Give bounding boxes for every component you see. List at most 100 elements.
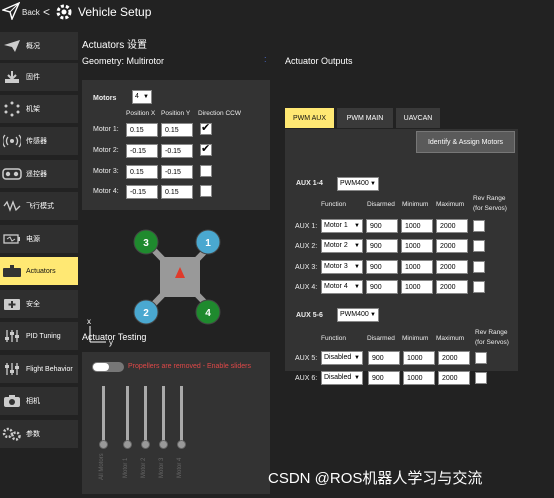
sidebar-item-camera[interactable]: 相机: [0, 387, 78, 415]
geometry-label: Geometry: Multirotor: [82, 56, 165, 66]
aux-5-maximum-input[interactable]: [438, 351, 470, 365]
motor-2-ccw-checkbox[interactable]: [200, 142, 212, 156]
aux-4-disarmed-input[interactable]: [366, 280, 398, 294]
tab-uavcan[interactable]: UAVCAN: [396, 108, 440, 128]
aux-6-disarmed-input[interactable]: [368, 371, 400, 385]
motor-2-x-input[interactable]: [126, 144, 158, 158]
motor-3-y-input[interactable]: [161, 165, 193, 179]
slider-track-all[interactable]: [102, 386, 105, 446]
aux-1-rev-range-checkbox[interactable]: [473, 220, 485, 232]
back-button[interactable]: Back: [22, 8, 40, 17]
aux-2-rev-range-checkbox[interactable]: [473, 240, 485, 252]
flight-behavior-icon: [1, 361, 23, 377]
aux-4-maximum-input[interactable]: [436, 280, 468, 294]
motor-1-ccw-checkbox[interactable]: [200, 121, 212, 135]
slider-label: Motor 1: [123, 457, 129, 478]
sidebar-item-firmware[interactable]: 固件: [0, 63, 78, 91]
slider-track-motor-4[interactable]: [180, 386, 183, 446]
aux-6-rev-range-checkbox[interactable]: [475, 372, 487, 384]
slider-track-motor-2[interactable]: [144, 386, 147, 446]
sidebar-item-summary[interactable]: 概况: [0, 32, 78, 60]
tab-pwm-main[interactable]: PWM MAIN: [337, 108, 393, 128]
aux-6-minimum-input[interactable]: [403, 371, 435, 385]
aux-4-rev-range-checkbox[interactable]: [473, 281, 485, 293]
actuators-heading: Actuators 设置: [82, 40, 148, 51]
plane-icon: [1, 38, 23, 54]
aux-1-4-protocol-select[interactable]: PWM400 ▼: [337, 177, 379, 191]
sidebar-item-label: 传感器: [26, 138, 47, 145]
motor-3-x-input[interactable]: [126, 165, 158, 179]
col-position-y: Position Y: [161, 110, 191, 117]
slider-knob-motor-4[interactable]: [177, 440, 186, 449]
aux-1-maximum-input[interactable]: [436, 219, 468, 233]
sidebar-item-parameters[interactable]: 参数: [0, 420, 78, 448]
back-arrow-icon[interactable]: <: [43, 5, 50, 19]
sidebar-item-pid-tuning[interactable]: PID Tuning: [0, 322, 78, 350]
tuning-icon: [1, 328, 23, 344]
sidebar-item-actuators[interactable]: Actuators: [0, 257, 78, 285]
aux-5-6-protocol-select[interactable]: PWM400 ▼: [337, 308, 379, 322]
aux-3-disarmed-input[interactable]: [366, 260, 398, 274]
motor-3-ccw-checkbox[interactable]: [200, 165, 212, 177]
aux-6-function-select[interactable]: Disabled ▼: [321, 371, 363, 385]
aux-5-rev-range-checkbox[interactable]: [475, 352, 487, 364]
motors-count-select[interactable]: 4 ▼: [132, 90, 152, 104]
aux-5-disarmed-input[interactable]: [368, 351, 400, 365]
aux-4-function-select[interactable]: Motor 4 ▼: [321, 280, 363, 294]
wave-icon: [1, 198, 23, 214]
aux-6-maximum-input[interactable]: [438, 371, 470, 385]
toggle-knob: [93, 363, 109, 371]
motor-2-y-input[interactable]: [161, 144, 193, 158]
col-maximum: Maximum: [436, 335, 465, 342]
enable-sliders-toggle[interactable]: [92, 362, 124, 372]
aux-3-function-select[interactable]: Motor 3 ▼: [321, 260, 363, 274]
slider-knob-motor-3[interactable]: [159, 440, 168, 449]
camera-icon: [1, 393, 23, 409]
sidebar-item-flight-modes[interactable]: 飞行模式: [0, 192, 78, 220]
aux-1-function-select[interactable]: Motor 1 ▼: [321, 219, 363, 233]
motor-4-y-input[interactable]: [161, 185, 193, 199]
sidebar-item-safety[interactable]: 安全: [0, 290, 78, 318]
function-value: Motor 4: [324, 283, 348, 290]
identify-assign-motors-button[interactable]: Identify & Assign Motors: [416, 131, 515, 153]
slider-knob-motor-2[interactable]: [141, 440, 150, 449]
aux-2-function-select[interactable]: Motor 2 ▼: [321, 239, 363, 253]
sidebar-item-flight-behavior[interactable]: Flight Behavior: [0, 355, 78, 383]
sidebar-item-airframe[interactable]: 机架: [0, 95, 78, 123]
rotor-number: 1: [205, 238, 211, 249]
aux-5-minimum-input[interactable]: [403, 351, 435, 365]
slider-label: Motor 3: [159, 457, 165, 478]
sidebar-item-sensors[interactable]: 传感器: [0, 127, 78, 155]
aux-row-label: AUX 1:: [295, 223, 318, 230]
sidebar-item-power[interactable]: 电源: [0, 225, 78, 253]
aux-2-minimum-input[interactable]: [401, 239, 433, 253]
motor-1-x-input[interactable]: [126, 123, 158, 137]
aux-2-disarmed-input[interactable]: [366, 239, 398, 253]
aux-5-function-select[interactable]: Disabled ▼: [321, 351, 363, 365]
aux-3-maximum-input[interactable]: [436, 260, 468, 274]
slider-label: All Motors: [99, 453, 105, 480]
chevron-down-icon: ▼: [370, 312, 376, 318]
motor-4-x-input[interactable]: [126, 185, 158, 199]
aux-3-rev-range-checkbox[interactable]: [473, 261, 485, 273]
slider-track-motor-1[interactable]: [126, 386, 129, 446]
aux-4-minimum-input[interactable]: [401, 280, 433, 294]
motor-row-label: Motor 4:: [93, 188, 119, 195]
motor-1-y-input[interactable]: [161, 123, 193, 137]
paper-plane-icon[interactable]: [2, 2, 20, 20]
slider-knob-motor-1[interactable]: [123, 440, 132, 449]
chevron-down-icon: ▼: [354, 355, 360, 361]
slider-track-motor-3[interactable]: [162, 386, 165, 446]
aux-3-minimum-input[interactable]: [401, 260, 433, 274]
function-value: Disabled: [324, 374, 352, 381]
top-bar: Back < Vehicle Setup: [0, 0, 554, 28]
aux-1-disarmed-input[interactable]: [366, 219, 398, 233]
sidebar-item-label: 遥控器: [26, 171, 47, 178]
aux-row-label: AUX 4:: [295, 284, 318, 291]
slider-knob-all[interactable]: [99, 440, 108, 449]
sidebar-item-radio[interactable]: 遥控器: [0, 160, 78, 188]
aux-1-minimum-input[interactable]: [401, 219, 433, 233]
motor-4-ccw-checkbox[interactable]: [200, 185, 212, 197]
aux-2-maximum-input[interactable]: [436, 239, 468, 253]
tab-pwm-aux[interactable]: PWM AUX: [285, 108, 334, 128]
